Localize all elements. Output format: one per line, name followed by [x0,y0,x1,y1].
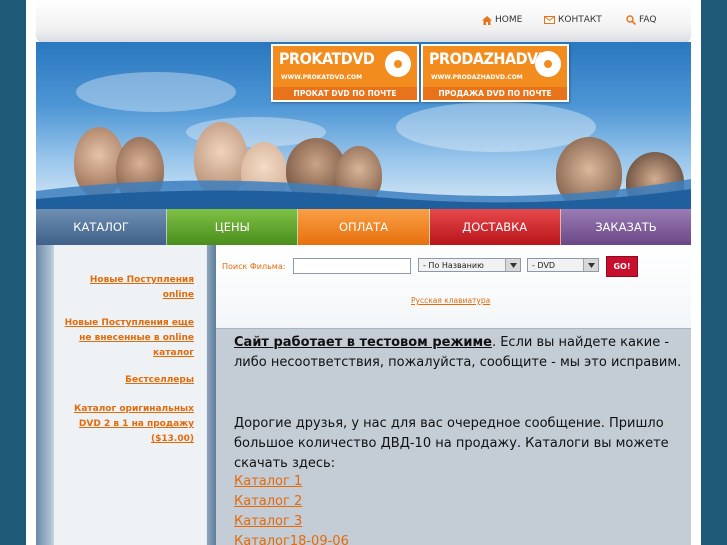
faq-link[interactable]: FAQ [626,15,656,25]
disc-icon [535,51,561,77]
contact-link-label: КОНТАКТ [558,15,602,25]
prokat-dvd-logo[interactable]: PROKATDVD WWW.PROKATDVD.COM ПРОКАТ DVD П… [271,44,419,102]
russian-keyboard-link[interactable]: Русская клавиатура [411,296,490,305]
header-banner: PROKATDVD WWW.PROKATDVD.COM ПРОКАТ DVD П… [36,42,691,209]
logo-url: WWW.PRODAZHADVD.COM [431,74,523,81]
sort-select[interactable]: - По Названию [418,258,521,272]
sidebar-link-original-dvd[interactable]: Каталог оригинальных DVD 2 в 1 на продаж… [64,402,194,447]
notice-bold: Сайт работает в тестовом режиме [234,335,492,350]
catalog-link-1[interactable]: Каталог 1 [234,474,302,489]
logo-tagline: ПРОКАТ DVD ПО ПОЧТЕ [273,87,417,100]
faq-link-label: FAQ [639,15,657,25]
catalog-link-4[interactable]: Каталог18-09-06 [234,534,349,545]
page-right-edge [691,0,701,545]
home-link-label: HOME [495,15,523,25]
main-nav: КАТАЛОГ ЦЕНЫ ОПЛАТА ДОСТАВКА ЗАКАЗАТЬ [36,209,692,245]
sort-select-value: - По Названию [423,261,484,270]
nav-prices[interactable]: ЦЕНЫ [167,209,299,245]
top-utility-bar: HOME КОНТАКТ FAQ [36,0,691,43]
contact-link[interactable]: КОНТАКТ [544,15,602,25]
home-link[interactable]: HOME [482,15,522,25]
logo-url: WWW.PROKATDVD.COM [281,74,363,81]
search-label: Поиск Фильма: [222,262,286,271]
logo-brand-a: PRODAZHA [429,49,516,68]
disc-icon [385,51,411,77]
format-select[interactable]: - DVD [527,258,599,272]
prodazha-dvd-logo[interactable]: PRODAZHADVD WWW.PRODAZHADVD.COM ПРОДАЖА … [421,44,569,102]
sidebar-link-new-online[interactable]: Новые Поступления online [64,273,194,303]
go-button[interactable]: GO! [606,256,638,277]
sidebar-link-bestsellers[interactable]: Бестселлеры [64,373,194,388]
search-input[interactable] [293,258,411,274]
sidebar-link-new-offline[interactable]: Новые Поступления еще не внесенные в onl… [64,316,194,361]
chevron-down-icon [583,259,598,271]
chevron-down-icon [505,259,520,271]
sidebar-panel: Новые Поступления online Новые Поступлен… [54,245,206,545]
nav-delivery[interactable]: ДОСТАВКА [429,209,561,245]
home-icon [482,15,492,25]
search-icon [626,15,636,25]
search-bar: Поиск Фильма: - По Названию - DVD GO! Ру… [216,245,691,328]
mail-icon [544,16,555,24]
nav-order[interactable]: ЗАКАЗАТЬ [560,209,692,245]
nav-payment[interactable]: ОПЛАТА [298,209,430,245]
column-divider [207,245,216,545]
main-content: Сайт работает в тестовом режиме. Если вы… [216,328,691,545]
catalog-link-2[interactable]: Каталог 2 [234,494,302,509]
banner-wave [36,179,691,209]
catalog-link-3[interactable]: Каталог 3 [234,514,302,529]
page: HOME КОНТАКТ FAQ PROKATDVD WWW.PROKATDVD… [26,0,701,545]
sidebar: Новые Поступления online Новые Поступлен… [36,245,216,545]
logo-brand-a: PROKAT [279,49,341,68]
logo-tagline: ПРОДАЖА DVD ПО ПОЧТЕ [423,87,567,100]
notice-text: Сайт работает в тестовом режиме. Если вы… [234,333,684,373]
logo-brand-b: DVD [340,49,375,68]
format-select-value: - DVD [532,261,556,270]
nav-catalog[interactable]: КАТАЛОГ [36,209,168,245]
message-text: Дорогие друзья, у нас для вас очередное … [234,416,669,471]
